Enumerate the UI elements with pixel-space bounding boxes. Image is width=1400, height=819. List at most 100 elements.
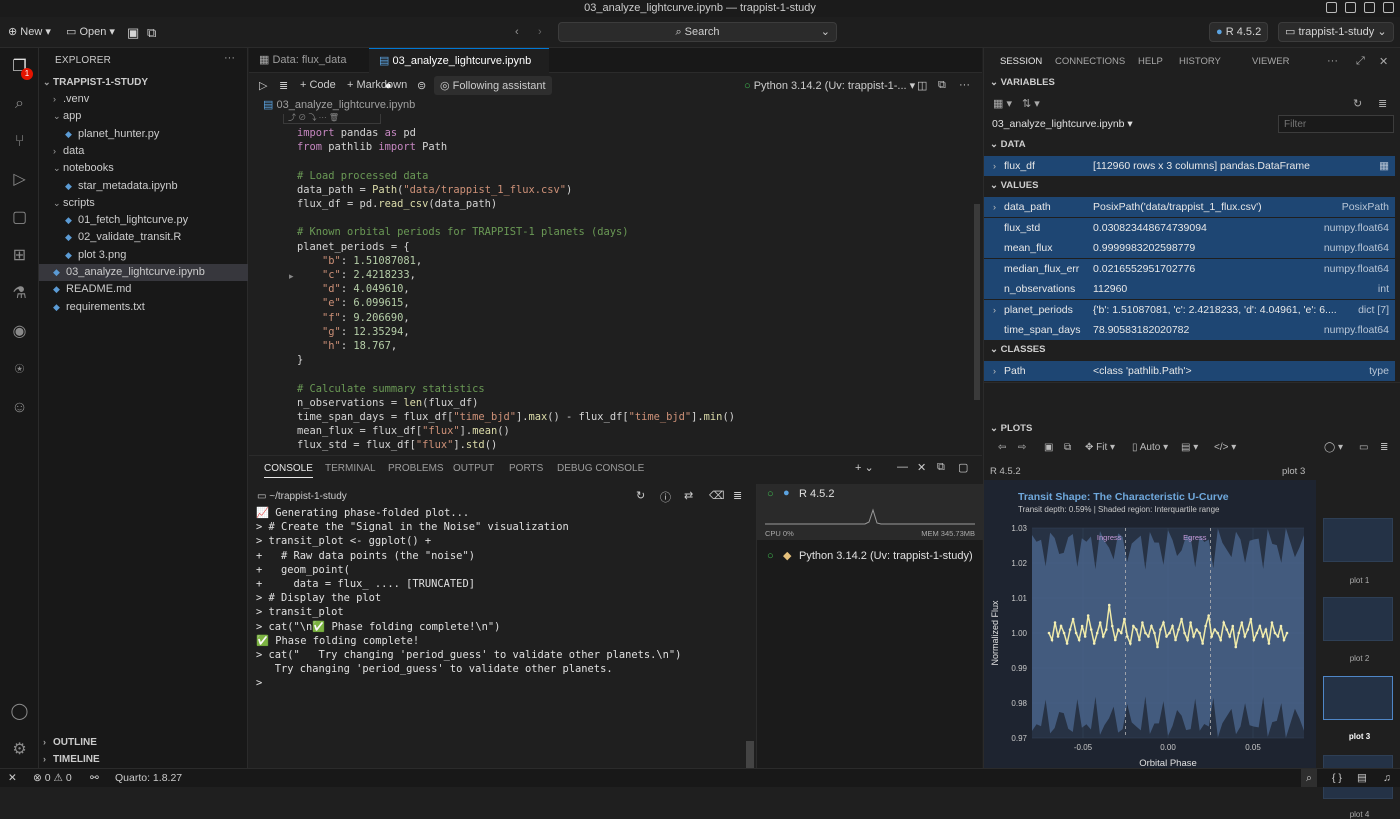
- variable-row[interactable]: mean_flux 0.9999983202598779 numpy.float64: [984, 238, 1395, 258]
- file-item[interactable]: ◆ 03_analyze_lightcurve.ipynb: [39, 264, 248, 281]
- tab-viewer[interactable]: VIEWER: [1252, 56, 1289, 67]
- clear-icon[interactable]: ⌫: [709, 489, 725, 502]
- plot-thumbnail[interactable]: [1323, 597, 1393, 641]
- collapse-icon[interactable]: ≣: [1378, 97, 1387, 110]
- remote-explorer-icon[interactable]: ▢: [9, 207, 30, 228]
- outline-section[interactable]: › OUTLINE: [39, 734, 248, 751]
- folder-item[interactable]: ⌄ app: [39, 108, 248, 125]
- table-view-icon[interactable]: ▦: [1379, 156, 1389, 176]
- file-item[interactable]: ◆ README.md: [39, 281, 248, 298]
- split-editor-icon[interactable]: ◫: [917, 79, 927, 92]
- file-item[interactable]: ◆ 02_validate_transit.R: [39, 229, 248, 246]
- add-code-button[interactable]: + Code: [300, 79, 336, 91]
- panel-tab-output[interactable]: OUTPUT: [453, 463, 494, 474]
- variables-source-picker[interactable]: 03_analyze_lightcurve.ipynb ▾: [992, 118, 1133, 130]
- plots-header[interactable]: ⌄ PLOTS: [990, 423, 1032, 434]
- data-header[interactable]: ⌄ DATA: [990, 139, 1026, 150]
- panel-tab-ports[interactable]: PORTS: [509, 463, 543, 474]
- grid-view-icon[interactable]: ▦ ▾: [993, 97, 1012, 110]
- clear-plots-icon[interactable]: ≣: [1380, 442, 1388, 453]
- save-icon[interactable]: ▣: [127, 23, 139, 42]
- tab-notebook[interactable]: ▤ 03_analyze_lightcurve.ipynb ●: [369, 48, 549, 92]
- maximize-icon[interactable]: ▢: [958, 461, 968, 474]
- console-scrollbar[interactable]: [746, 741, 754, 769]
- layout-icon[interactable]: [1326, 2, 1337, 13]
- classes-header[interactable]: ⌄ CLASSES: [990, 344, 1045, 355]
- variable-row[interactable]: n_observations 112960 int: [984, 279, 1395, 299]
- timeline-section[interactable]: › TIMELINE: [39, 751, 248, 768]
- restart-icon[interactable]: ↻: [636, 489, 645, 502]
- breadcrumb[interactable]: ▤ 03_analyze_lightcurve.ipynb: [263, 98, 415, 111]
- workspace-root[interactable]: ⌄ TRAPPIST-1-STUDY: [39, 74, 248, 91]
- connections-icon[interactable]: ⍟: [9, 359, 30, 380]
- folder-item[interactable]: ⌄ notebooks: [39, 160, 248, 177]
- folder-item[interactable]: › .venv: [39, 91, 248, 108]
- panel-tab-debug-console[interactable]: DEBUG CONSOLE: [557, 463, 644, 474]
- auto-menu[interactable]: ▯ Auto ▾: [1132, 442, 1168, 453]
- cell-toolbar[interactable]: ⤴ ⊘ ⤵ ··· 🗑: [283, 114, 381, 124]
- more-actions-icon[interactable]: ···: [224, 52, 235, 64]
- tab-session[interactable]: SESSION: [1000, 56, 1042, 67]
- maximize-icon[interactable]: ⤢: [1356, 55, 1365, 68]
- restore-icon[interactable]: ⧉: [937, 461, 945, 474]
- testing-icon[interactable]: ⚗: [9, 283, 30, 304]
- editor-scrollbar[interactable]: [974, 204, 980, 400]
- python-session[interactable]: ○ ◆ Python 3.14.2 (Uv: trappist-1-study): [757, 546, 983, 566]
- github-icon[interactable]: ◉: [9, 321, 30, 342]
- back-icon[interactable]: ‹: [515, 23, 519, 42]
- remote-icon[interactable]: ✕: [8, 769, 17, 787]
- bell-icon[interactable]: ♫: [1383, 769, 1391, 787]
- theme-icon[interactable]: ◯ ▾: [1324, 442, 1343, 453]
- sync-icon[interactable]: ⚯: [90, 769, 99, 787]
- filter-input[interactable]: [1278, 115, 1394, 133]
- gallery-icon[interactable]: ▭: [1359, 442, 1368, 453]
- panel-tab-terminal[interactable]: TERMINAL: [325, 463, 376, 474]
- plot-thumbnail[interactable]: [1323, 518, 1393, 562]
- cell-list-icon[interactable]: ≣: [279, 79, 288, 92]
- tab-history[interactable]: HISTORY: [1179, 56, 1221, 67]
- forward-icon[interactable]: ›: [538, 23, 542, 42]
- save-all-icon[interactable]: ⧉: [147, 23, 156, 42]
- braces-icon[interactable]: { }: [1332, 769, 1342, 787]
- add-console-icon[interactable]: + ⌄: [855, 461, 874, 474]
- variable-row[interactable]: › planet_periods {'b': 1.51087081, 'c': 2.…: [984, 299, 1395, 320]
- kernel-picker[interactable]: ○ Python 3.14.2 (Uv: trappist-1-... ▾: [744, 79, 915, 92]
- following-assistant-button[interactable]: ◎ Following assistant: [434, 76, 552, 95]
- sort-icon[interactable]: ⇅ ▾: [1022, 97, 1040, 110]
- plot-thumbnail[interactable]: [1323, 676, 1393, 720]
- run-debug-icon[interactable]: ▷: [9, 169, 30, 190]
- copy-plot-icon[interactable]: ⧉: [1064, 442, 1071, 453]
- tab-connections[interactable]: CONNECTIONS: [1055, 56, 1125, 67]
- account-icon[interactable]: ◯: [9, 701, 30, 722]
- variable-row-path[interactable]: › Path <class 'pathlib.Path'> type: [984, 361, 1395, 381]
- sidebar-toggle-icon[interactable]: [1345, 2, 1356, 13]
- panel-toggle-icon[interactable]: [1364, 2, 1375, 13]
- quarto-version[interactable]: Quarto: 1.8.27: [115, 769, 182, 787]
- workspace-picker[interactable]: ▭ trappist-1-study ⌄: [1278, 22, 1394, 42]
- layout-icon[interactable]: ▤: [1357, 769, 1367, 787]
- settings-gear-icon[interactable]: ⚙: [9, 739, 30, 760]
- more-icon[interactable]: ···: [959, 79, 970, 91]
- variable-row[interactable]: time_span_days 78.90583182020782 numpy.flo…: [984, 320, 1395, 340]
- new-button[interactable]: ⊕ New ▾: [8, 23, 51, 42]
- values-header[interactable]: ⌄ VALUES: [990, 180, 1038, 191]
- r-session[interactable]: ○ ● R 4.5.2 CPU 0% MEM 345.73MB: [757, 484, 983, 540]
- assistant-icon[interactable]: ☺: [9, 397, 30, 418]
- command-search[interactable]: ⌕ Search ⌄: [558, 22, 837, 42]
- open-button[interactable]: ▭ Open ▾: [66, 23, 115, 42]
- variable-row[interactable]: median_flux_err 0.021655295170277​6 numpy.…: [984, 258, 1395, 279]
- tab-flux-data[interactable]: ▦ Data: flux_data: [249, 48, 356, 73]
- problems-indicator[interactable]: ⊗ 0 ⚠ 0: [33, 769, 72, 787]
- swap-icon[interactable]: ⇄: [684, 489, 693, 502]
- list-icon[interactable]: ≣: [733, 489, 742, 502]
- variable-row-flux-df[interactable]: › flux_df [112960 rows x 3 columns] pandas…: [984, 156, 1395, 176]
- file-item[interactable]: ◆ plot 3.png: [39, 247, 248, 264]
- fit-menu[interactable]: ✥ Fit ▾: [1085, 442, 1115, 453]
- source-control-icon[interactable]: ⑂: [9, 131, 30, 152]
- console[interactable]: ▭ ~/trappist-1-study ↻ ⓘ ⇄ ⌫ ≣ 📈 Generat…: [249, 486, 755, 769]
- next-plot-icon[interactable]: ⇨: [1018, 442, 1026, 453]
- more-icon[interactable]: ···: [1327, 55, 1338, 67]
- run-all-icon[interactable]: ▷: [259, 79, 267, 92]
- interrupt-icon[interactable]: ⓘ: [660, 489, 671, 505]
- variables-icon[interactable]: ⊜: [417, 79, 426, 92]
